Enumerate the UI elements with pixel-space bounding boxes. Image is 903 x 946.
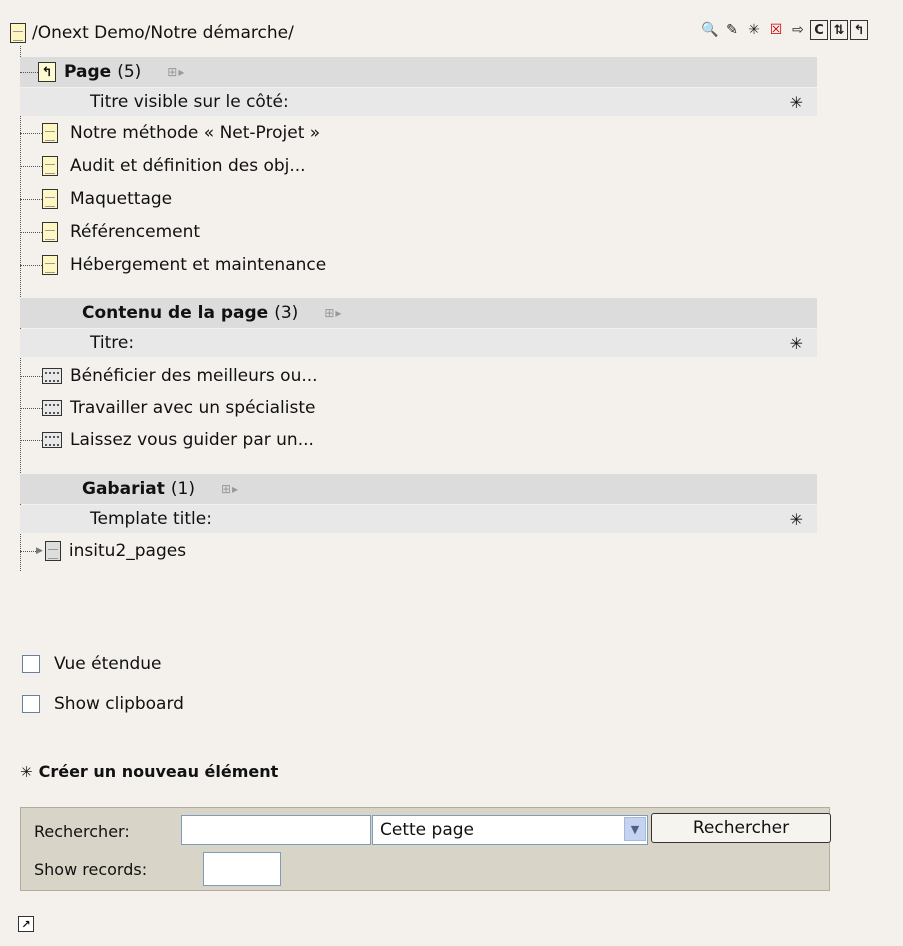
- create-new-label[interactable]: Créer un nouveau élément: [39, 762, 279, 781]
- item-label[interactable]: Notre méthode « Net-Projet »: [70, 123, 320, 143]
- item-label[interactable]: Référencement: [70, 222, 200, 242]
- export-icon[interactable]: ⇨: [788, 20, 808, 40]
- section-title: Page: [64, 62, 112, 82]
- edit-icon[interactable]: ✎: [722, 20, 742, 40]
- section-header-page: ↰ Page (5) ⊞▸: [20, 57, 817, 87]
- expand-icon[interactable]: ⊞▸: [324, 306, 342, 320]
- list-item[interactable]: Hébergement et maintenance: [20, 250, 326, 280]
- list-item[interactable]: Notre méthode « Net-Projet »: [20, 118, 320, 148]
- column-label: Titre:: [90, 333, 135, 353]
- page-icon[interactable]: [10, 23, 26, 43]
- section-header-template: Gabariat (1) ⊞▸: [20, 474, 817, 504]
- section-count: (3): [274, 303, 299, 323]
- new-record-icon[interactable]: ✳: [790, 334, 803, 353]
- section-subheader: Titre visible sur le côté: ✳: [20, 88, 817, 116]
- content-element-icon[interactable]: [42, 368, 62, 384]
- list-item[interactable]: Référencement: [20, 217, 200, 247]
- list-item[interactable]: Bénéficier des meilleurs ou...: [20, 361, 318, 391]
- item-label[interactable]: Maquettage: [70, 189, 172, 209]
- content-element-icon[interactable]: [42, 400, 62, 416]
- show-clipboard-checkbox[interactable]: [22, 695, 40, 713]
- section-count: (5): [117, 62, 142, 82]
- section-subheader: Template title: ✳: [20, 505, 817, 533]
- section-header-content: Contenu de la page (3) ⊞▸: [20, 298, 817, 328]
- content-element-icon[interactable]: [42, 432, 62, 448]
- page-icon[interactable]: [42, 255, 58, 275]
- open-in-new-window-icon[interactable]: ↗: [18, 916, 34, 932]
- search-button-label: Rechercher: [692, 818, 790, 838]
- list-item[interactable]: Laissez vous guider par un...: [20, 425, 314, 455]
- item-label[interactable]: insitu2_pages: [69, 541, 186, 561]
- list-item[interactable]: ▶ insitu2_pages: [20, 536, 186, 566]
- new-record-icon[interactable]: ✳: [790, 510, 803, 529]
- search-input[interactable]: [181, 815, 371, 845]
- expand-arrow-icon[interactable]: ▶: [36, 546, 43, 556]
- new-record-icon[interactable]: ✳: [790, 93, 803, 112]
- item-label[interactable]: Hébergement et maintenance: [70, 255, 326, 275]
- delete-icon[interactable]: ☒: [766, 20, 786, 40]
- path-text: /Onext Demo/Notre démarche/: [32, 23, 294, 43]
- page-icon[interactable]: [42, 222, 58, 242]
- page-icon[interactable]: [42, 123, 58, 143]
- path-bar: /Onext Demo/Notre démarche/: [10, 20, 294, 46]
- new-icon[interactable]: ✳: [744, 20, 764, 40]
- toolbar: 🔍 ✎ ✳ ☒ ⇨ C ⇅ ↰: [700, 20, 868, 40]
- page-up-icon[interactable]: ↰: [38, 62, 56, 82]
- expand-icon[interactable]: ⊞▸: [221, 482, 239, 496]
- section-title: Gabariat: [82, 479, 165, 499]
- search-scope-select[interactable]: Cette page ▼: [372, 815, 648, 845]
- section-subheader: Titre: ✳: [20, 329, 817, 357]
- item-label[interactable]: Travailler avec un spécialiste: [70, 398, 315, 418]
- extended-view-checkbox[interactable]: [22, 655, 40, 673]
- chevron-down-icon[interactable]: ▼: [624, 817, 646, 841]
- show-clipboard-label[interactable]: Show clipboard: [54, 694, 184, 714]
- records-input[interactable]: [203, 852, 281, 886]
- clear-cache-icon[interactable]: C: [810, 20, 828, 40]
- extended-view-label[interactable]: Vue étendue: [54, 654, 162, 674]
- extended-view-option[interactable]: Vue étendue: [22, 654, 162, 674]
- new-icon: ✳: [20, 762, 33, 781]
- list-item[interactable]: Travailler avec un spécialiste: [20, 393, 315, 423]
- item-label[interactable]: Laissez vous guider par un...: [70, 430, 314, 450]
- list-item[interactable]: Audit et définition des obj...: [20, 151, 306, 181]
- section-count: (1): [170, 479, 195, 499]
- search-scope-value: Cette page: [380, 820, 474, 840]
- up-level-icon[interactable]: ↰: [850, 20, 868, 40]
- page-icon[interactable]: [42, 189, 58, 209]
- search-button[interactable]: Rechercher: [651, 813, 831, 843]
- refresh-icon[interactable]: ⇅: [830, 20, 848, 40]
- page-icon[interactable]: [42, 156, 58, 176]
- expand-icon[interactable]: ⊞▸: [167, 65, 185, 79]
- item-label[interactable]: Audit et définition des obj...: [70, 156, 306, 176]
- create-new-link[interactable]: ✳ Créer un nouveau élément: [20, 762, 278, 781]
- search-icon[interactable]: 🔍: [700, 20, 720, 40]
- search-label: Rechercher:: [34, 822, 130, 841]
- show-clipboard-option[interactable]: Show clipboard: [22, 694, 184, 714]
- section-title: Contenu de la page: [82, 303, 269, 323]
- search-panel: Rechercher: Cette page ▼ Rechercher Show…: [20, 807, 831, 891]
- item-label[interactable]: Bénéficier des meilleurs ou...: [70, 366, 318, 386]
- records-label: Show records:: [34, 860, 148, 879]
- column-label: Titre visible sur le côté:: [90, 92, 289, 112]
- column-label: Template title:: [90, 509, 212, 529]
- template-icon[interactable]: [44, 541, 61, 561]
- list-item[interactable]: Maquettage: [20, 184, 172, 214]
